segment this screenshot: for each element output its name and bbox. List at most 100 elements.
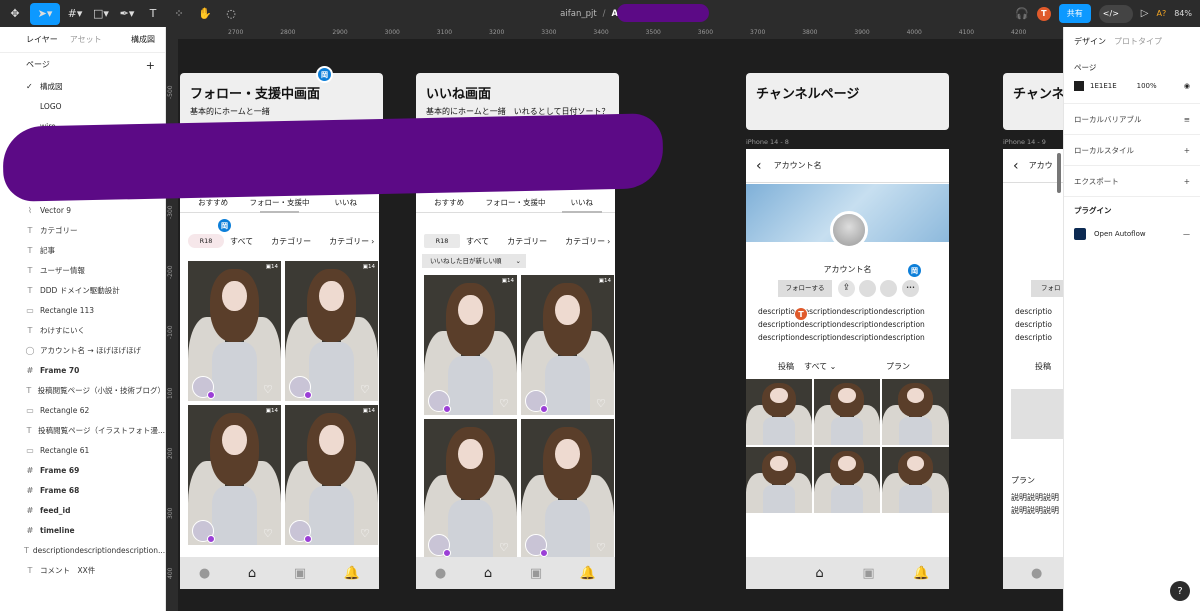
layer-item[interactable]: T カテゴリー	[0, 220, 165, 240]
phone-channel-page[interactable]: ‹ アカウント名 アカウント名 フォローする ⇪ ••• description…	[746, 149, 949, 589]
tab-posts[interactable]: 投稿	[778, 361, 794, 372]
bag-icon[interactable]: ▣	[294, 566, 306, 581]
bag-icon[interactable]: ▣	[530, 566, 542, 581]
post-thumbnail[interactable]	[814, 379, 880, 445]
heart-icon[interactable]: ♡	[596, 542, 608, 554]
post-thumbnail[interactable]	[814, 447, 880, 513]
social-link-icon[interactable]	[859, 280, 876, 297]
phone-likes-feed[interactable]: おすすめ フォロー・支援中 いいね R18 すべて カテゴリー カテゴリー › …	[416, 189, 615, 589]
avatar[interactable]	[525, 390, 548, 413]
post-thumbnail[interactable]	[746, 447, 812, 513]
tab-layers[interactable]: レイヤー	[26, 34, 58, 45]
chevron-right-icon[interactable]: ›	[607, 237, 610, 246]
home-icon[interactable]: ⌂	[815, 566, 823, 581]
tab-recommended[interactable]: おすすめ	[416, 193, 482, 212]
layer-item[interactable]: Tdescriptiondescriptiondescription...	[0, 540, 165, 560]
avatar[interactable]	[192, 520, 215, 543]
channel-avatar[interactable]	[830, 211, 868, 249]
local-styles-label[interactable]: ローカルスタイル	[1074, 145, 1134, 156]
frame-channel-page-2[interactable]: チャンネル	[1003, 73, 1063, 130]
avatar[interactable]	[428, 534, 451, 557]
tab-likes[interactable]: いいね	[549, 193, 615, 213]
page-item[interactable]: LOGO	[0, 96, 165, 116]
person-icon[interactable]: ●	[435, 566, 446, 581]
post-thumbnail[interactable]: ▣14 ♡	[521, 275, 614, 415]
heart-icon[interactable]: ♡	[360, 528, 372, 540]
chip-r18[interactable]: R18	[424, 234, 460, 248]
more-options-icon[interactable]: •••	[902, 280, 919, 297]
bell-icon[interactable]: 🔔	[580, 566, 596, 581]
post-thumbnail[interactable]: ▣14 ♡	[285, 405, 378, 545]
post-thumbnail[interactable]: ▣14 ♡	[188, 405, 281, 545]
chip-all[interactable]: すべて	[230, 236, 253, 247]
page-selector[interactable]: 構成図	[131, 34, 155, 45]
pen-tool-icon[interactable]: ✒▾	[116, 3, 138, 25]
social-link-icon[interactable]	[880, 280, 897, 297]
layer-item[interactable]: ▭ Rectangle 113	[0, 300, 165, 320]
local-variables-label[interactable]: ローカルバリアブル	[1074, 114, 1142, 125]
chip-r18[interactable]: R18	[188, 234, 224, 248]
post-thumbnail[interactable]: ♡	[424, 419, 517, 559]
bag-icon[interactable]: ▣	[862, 566, 874, 581]
tab-assets[interactable]: アセット	[70, 34, 102, 45]
frame-label[interactable]: iPhone 14 - 8	[746, 138, 789, 146]
chip-category[interactable]: カテゴリー	[271, 236, 311, 247]
layer-item[interactable]: T 投稿閲覧ページ（イラストフォト漫...	[0, 420, 165, 440]
follow-button[interactable]: フォローする	[778, 280, 832, 297]
frame-tool-icon[interactable]: #▾	[64, 3, 86, 25]
person-icon[interactable]: ●	[199, 566, 210, 581]
add-icon[interactable]: +	[1184, 177, 1190, 186]
tab-likes[interactable]: いいね	[313, 193, 379, 212]
bg-hex[interactable]: 1E1E1E	[1090, 82, 1117, 90]
avatar[interactable]	[428, 390, 451, 413]
back-chevron-icon[interactable]: ‹	[1013, 158, 1019, 174]
post-thumbnail[interactable]	[882, 379, 949, 445]
heart-icon[interactable]: ♡	[499, 542, 511, 554]
bell-icon[interactable]: 🔔	[344, 566, 360, 581]
export-label[interactable]: エクスポート	[1074, 176, 1119, 187]
headphones-icon[interactable]: 🎧	[1015, 7, 1029, 20]
chip-category[interactable]: カテゴリー	[329, 236, 369, 247]
chip-category[interactable]: カテゴリー	[507, 236, 547, 247]
post-thumbnail[interactable]: ▣14 ♡	[424, 275, 517, 415]
color-swatch[interactable]	[1074, 81, 1084, 91]
post-thumbnail[interactable]	[882, 447, 949, 513]
user-avatar[interactable]: T	[1036, 6, 1051, 21]
layer-item[interactable]: ▭ Rectangle 61	[0, 440, 165, 460]
tab-plan[interactable]: プラン	[886, 361, 910, 372]
layer-item[interactable]: # timeline	[0, 520, 165, 540]
layer-item[interactable]: T わけすにいく	[0, 320, 165, 340]
figma-menu-icon[interactable]: ✥	[4, 3, 26, 25]
page-background-row[interactable]: 1E1E1E 100% ◉	[1064, 73, 1200, 104]
tab-design[interactable]: デザイン	[1074, 36, 1106, 47]
layer-item[interactable]: T 投稿閲覧ページ（小説・技術ブログ）	[0, 380, 165, 400]
layer-item[interactable]: T DDD ドメイン駆動設計	[0, 280, 165, 300]
present-icon[interactable]: ▷	[1141, 8, 1149, 19]
help-icon[interactable]: ?	[1170, 581, 1190, 601]
layer-item[interactable]: ▭ Rectangle 62	[0, 400, 165, 420]
post-thumbnail[interactable]	[746, 379, 812, 445]
layer-item[interactable]: # Frame 70	[0, 360, 165, 380]
font-warning-icon[interactable]: A?	[1157, 9, 1167, 18]
avatar[interactable]	[289, 520, 312, 543]
heart-icon[interactable]: ♡	[263, 384, 275, 396]
collaborator-badge[interactable]: 岡	[316, 66, 333, 83]
variables-icon[interactable]: ≡	[1184, 115, 1190, 124]
post-thumbnail[interactable]: ▣14 ♡	[285, 261, 378, 401]
share-button[interactable]: 共有	[1058, 4, 1091, 23]
chip-category[interactable]: カテゴリー	[565, 236, 605, 247]
tab-prototype[interactable]: プロトタイプ	[1114, 36, 1162, 47]
project-name[interactable]: aifan_pjt	[560, 9, 597, 19]
layer-item[interactable]: # Frame 69	[0, 460, 165, 480]
layer-item[interactable]: ⌇ Vector 9	[0, 200, 165, 220]
layer-item[interactable]: # feed_id	[0, 500, 165, 520]
collaborator-badge[interactable]: 岡	[216, 217, 233, 234]
plugin-name[interactable]: Open Autoflow	[1094, 230, 1146, 238]
bell-icon[interactable]: 🔔	[913, 566, 929, 581]
text-tool-icon[interactable]: T	[142, 3, 164, 25]
back-chevron-icon[interactable]: ‹	[756, 158, 762, 174]
heart-icon[interactable]: ♡	[596, 398, 608, 410]
comment-tool-icon[interactable]: ◌	[220, 3, 242, 25]
resources-icon[interactable]: ⁘	[168, 3, 190, 25]
heart-icon[interactable]: ♡	[499, 398, 511, 410]
